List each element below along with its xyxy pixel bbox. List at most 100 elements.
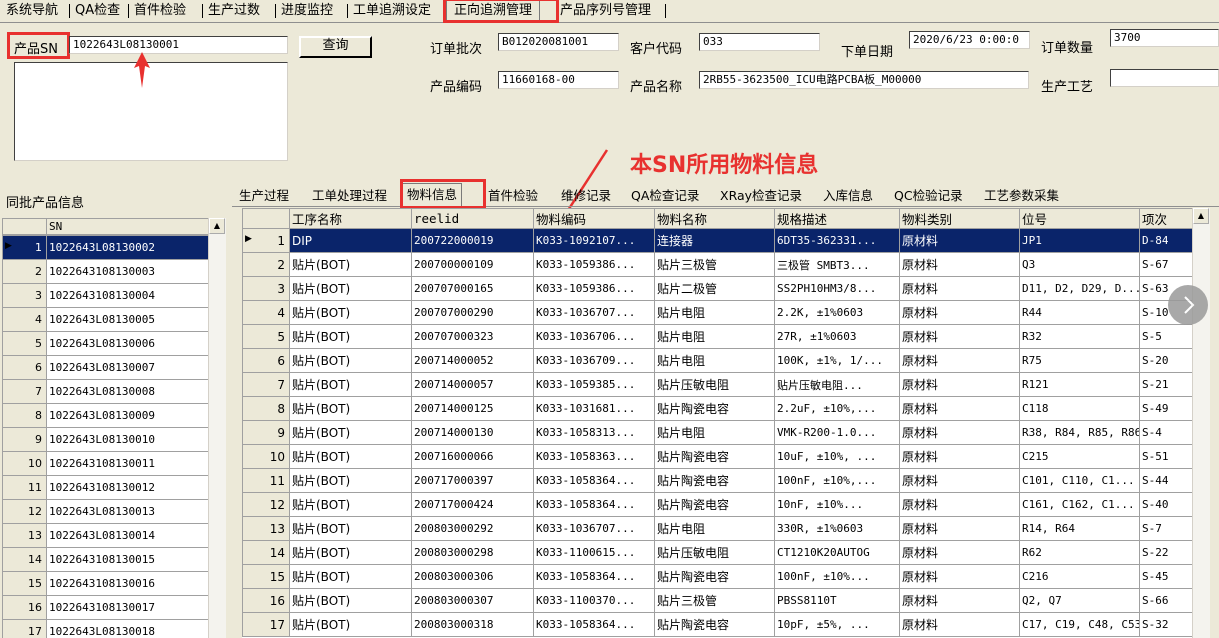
table-cell[interactable]: 2.2K, ±1%0603 xyxy=(774,300,900,325)
table-cell[interactable]: K033-1058364... xyxy=(533,612,655,637)
column-header[interactable]: reelid xyxy=(411,208,534,229)
table-cell[interactable]: S-4 xyxy=(1139,420,1192,445)
table-cell[interactable]: R44 xyxy=(1019,300,1140,325)
table-cell[interactable]: 贴片(BOT) xyxy=(289,276,412,301)
table-cell[interactable]: S-67 xyxy=(1139,252,1192,277)
table-cell[interactable]: 原材料 xyxy=(899,516,1020,541)
grid-scrollbar[interactable]: ▲ xyxy=(1192,208,1210,638)
table-cell[interactable]: 贴片(BOT) xyxy=(289,324,412,349)
sn-cell[interactable]: 1022643108130003 xyxy=(46,259,208,284)
table-cell[interactable]: S-44 xyxy=(1139,468,1192,493)
table-cell[interactable]: 200803000292 xyxy=(411,516,534,541)
nav-tab-workorder-trace[interactable]: 工单追溯设定 xyxy=(350,1,434,21)
table-cell[interactable]: R121 xyxy=(1019,372,1140,397)
table-cell[interactable]: 贴片电阻 xyxy=(654,348,775,373)
table-cell[interactable]: 27R, ±1%0603 xyxy=(774,324,900,349)
table-cell[interactable]: 贴片(BOT) xyxy=(289,516,412,541)
table-cell[interactable]: 原材料 xyxy=(899,228,1020,253)
table-cell[interactable]: K033-1036707... xyxy=(533,516,655,541)
nav-tab-serial-number[interactable]: 产品序列号管理 xyxy=(557,1,654,21)
list-item[interactable]: 17 1022643L08130018 xyxy=(2,619,208,638)
table-row[interactable]: 7 贴片(BOT) 200714000057 K033-1059385... 贴片压敏电… xyxy=(242,372,1192,397)
scroll-up-icon[interactable]: ▲ xyxy=(1193,208,1209,224)
table-cell[interactable]: 200717000424 xyxy=(411,492,534,517)
subtab-warehouse-info[interactable]: 入库信息 xyxy=(823,186,873,206)
table-cell[interactable]: 200716000066 xyxy=(411,444,534,469)
table-cell[interactable]: 贴片(BOT) xyxy=(289,612,412,637)
table-cell[interactable]: VMK-R200-1.0... xyxy=(774,420,900,445)
table-cell[interactable]: 贴片(BOT) xyxy=(289,492,412,517)
table-row[interactable]: 5 贴片(BOT) 200707000323 K033-1036706... 贴片电阻 2… xyxy=(242,324,1192,349)
table-cell[interactable]: R32 xyxy=(1019,324,1140,349)
table-cell[interactable]: 原材料 xyxy=(899,588,1020,613)
list-item[interactable]: 6 1022643L08130007 xyxy=(2,355,208,380)
table-cell[interactable]: 2.2uF, ±10%,... xyxy=(774,396,900,421)
table-cell[interactable]: 原材料 xyxy=(899,540,1020,565)
table-cell[interactable]: 贴片(BOT) xyxy=(289,444,412,469)
column-header[interactable]: 物料类别 xyxy=(899,208,1020,229)
table-row[interactable]: 15 贴片(BOT) 200803000306 K033-1058364... 贴片陶瓷… xyxy=(242,564,1192,589)
subtab-material-info[interactable]: 物料信息 xyxy=(402,183,463,208)
table-row[interactable]: 11 贴片(BOT) 200717000397 K033-1058364... 贴片陶瓷… xyxy=(242,468,1192,493)
table-cell[interactable]: 200707000165 xyxy=(411,276,534,301)
table-cell[interactable]: K033-1058363... xyxy=(533,444,655,469)
product-name-input[interactable]: 2RB55-3623500_ICU电路PCBA板_M00000 xyxy=(699,71,1029,89)
table-row[interactable]: 10 贴片(BOT) 200716000066 K033-1058363... 贴片陶瓷… xyxy=(242,444,1192,469)
table-cell[interactable]: R75 xyxy=(1019,348,1140,373)
query-button[interactable]: 查询 xyxy=(299,36,372,58)
column-header[interactable]: 项次 xyxy=(1139,208,1192,229)
table-cell[interactable]: C216 xyxy=(1019,564,1140,589)
subtab-qc-record[interactable]: QC检验记录 xyxy=(894,186,963,206)
order-date-input[interactable]: 2020/6/23 0:00:0 xyxy=(909,31,1030,49)
table-cell[interactable]: 原材料 xyxy=(899,492,1020,517)
sn-cell[interactable]: 1022643L08130013 xyxy=(46,499,208,524)
subtab-first-article[interactable]: 首件检验 xyxy=(488,186,538,206)
table-cell[interactable]: Q2, Q7 xyxy=(1019,588,1140,613)
scroll-up-icon[interactable]: ▲ xyxy=(209,218,225,234)
table-cell[interactable]: 200700000109 xyxy=(411,252,534,277)
table-cell[interactable]: C161, C162, C1... xyxy=(1019,492,1140,517)
table-cell[interactable]: S-5 xyxy=(1139,324,1192,349)
table-cell[interactable]: R62 xyxy=(1019,540,1140,565)
table-row[interactable]: 8 贴片(BOT) 200714000125 K033-1031681... 贴片陶瓷电… xyxy=(242,396,1192,421)
nav-tab-production-count[interactable]: 生产过数 xyxy=(205,1,263,21)
table-cell[interactable]: 贴片陶瓷电容 xyxy=(654,492,775,517)
sn-cell[interactable]: 1022643L08130007 xyxy=(46,355,208,380)
table-cell[interactable]: 贴片三极管 xyxy=(654,588,775,613)
table-cell[interactable]: 10nF, ±10%... xyxy=(774,492,900,517)
table-cell[interactable]: K033-1036707... xyxy=(533,300,655,325)
table-cell[interactable]: C118 xyxy=(1019,396,1140,421)
list-item[interactable]: 2 1022643108130003 xyxy=(2,259,208,284)
table-cell[interactable]: 贴片陶瓷电容 xyxy=(654,396,775,421)
table-cell[interactable]: C215 xyxy=(1019,444,1140,469)
list-item[interactable]: 16 1022643108130017 xyxy=(2,595,208,620)
table-cell[interactable]: 贴片陶瓷电容 xyxy=(654,612,775,637)
sn-cell[interactable]: 1022643108130015 xyxy=(46,547,208,572)
table-cell[interactable]: 三极管 SMBT3... xyxy=(774,252,900,277)
table-cell[interactable]: 贴片(BOT) xyxy=(289,564,412,589)
table-cell[interactable]: 200722000019 xyxy=(411,228,534,253)
table-cell[interactable]: 原材料 xyxy=(899,612,1020,637)
nav-tab-forward-trace[interactable]: 正向追溯管理 xyxy=(446,0,541,23)
sn-cell[interactable]: 1022643L08130005 xyxy=(46,307,208,332)
table-cell[interactable]: CT1210K20AUTOG xyxy=(774,540,900,565)
list-item[interactable]: 7 1022643L08130008 xyxy=(2,379,208,404)
table-cell[interactable]: K033-1058364... xyxy=(533,492,655,517)
table-cell[interactable]: S-66 xyxy=(1139,588,1192,613)
table-cell[interactable]: 贴片(BOT) xyxy=(289,348,412,373)
left-scrollbar[interactable]: ▲ xyxy=(208,218,226,638)
table-cell[interactable]: 10uF, ±10%, ... xyxy=(774,444,900,469)
table-cell[interactable]: 贴片电阻 xyxy=(654,516,775,541)
table-cell[interactable]: 原材料 xyxy=(899,420,1020,445)
table-cell[interactable]: K033-1058313... xyxy=(533,420,655,445)
table-cell[interactable]: S-51 xyxy=(1139,444,1192,469)
table-cell[interactable]: 贴片压敏电阻... xyxy=(774,372,900,397)
subtab-workorder-process[interactable]: 工单处理过程 xyxy=(312,186,387,206)
table-row[interactable]: 2 贴片(BOT) 200700000109 K033-1059386... 贴片三极管… xyxy=(242,252,1192,277)
table-cell[interactable]: 100nF, ±10%... xyxy=(774,564,900,589)
table-cell[interactable]: K033-1031681... xyxy=(533,396,655,421)
process-input[interactable] xyxy=(1110,69,1219,87)
table-cell[interactable]: K033-1058364... xyxy=(533,564,655,589)
table-cell[interactable]: 200714000057 xyxy=(411,372,534,397)
table-cell[interactable]: 贴片(BOT) xyxy=(289,396,412,421)
